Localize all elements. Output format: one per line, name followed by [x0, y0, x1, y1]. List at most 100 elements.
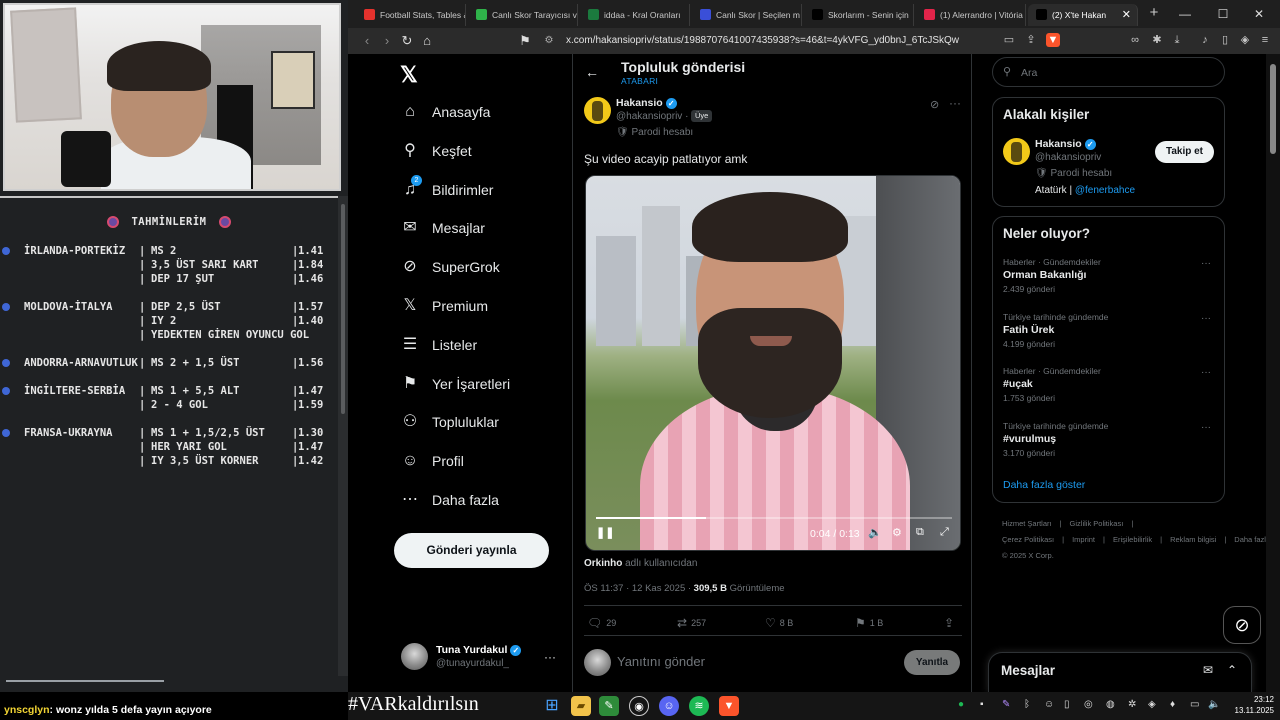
- community-name[interactable]: ATABARI: [621, 76, 658, 86]
- avatar[interactable]: [1003, 138, 1030, 165]
- download-icon[interactable]: ⤓: [1170, 33, 1184, 47]
- post-button[interactable]: Gönderi yayınla: [394, 533, 549, 568]
- avatar[interactable]: [584, 97, 611, 124]
- footer-link[interactable]: © 2025 X Corp.: [1002, 548, 1224, 564]
- mic-icon[interactable]: ♦: [1170, 699, 1175, 710]
- follow-button[interactable]: Takip et: [1155, 141, 1214, 163]
- tab-7[interactable]: (2) X'te Hakan ✕: [1028, 4, 1138, 26]
- bio-link[interactable]: @fenerbahce: [1075, 185, 1135, 196]
- attribution-user[interactable]: Orkinho: [584, 558, 622, 569]
- expand-icon[interactable]: ⌃: [1227, 663, 1237, 677]
- minimize-button[interactable]: —: [1168, 4, 1202, 24]
- pause-icon[interactable]: ❚❚: [596, 526, 614, 539]
- trend-more-icon[interactable]: ···: [1201, 422, 1211, 433]
- spotify-icon[interactable]: ≋: [689, 696, 709, 716]
- trend-name[interactable]: #vurulmuş: [1003, 433, 1056, 445]
- trend-name[interactable]: Fatih Ürek: [1003, 324, 1054, 336]
- bookmark-action[interactable]: ⚑ 1 B: [855, 616, 883, 630]
- tab-3[interactable]: iddaa - Kral Oranları: [580, 4, 690, 26]
- grok-icon[interactable]: ⊘: [930, 98, 939, 111]
- pip-icon[interactable]: ⧉: [916, 526, 924, 539]
- wallet-icon[interactable]: ◈: [1238, 33, 1252, 47]
- obs-icon[interactable]: ◉: [629, 696, 649, 716]
- tab-5[interactable]: Skorlarım - Senin için: [804, 4, 914, 26]
- account-handle[interactable]: @tunayurdakul_: [436, 658, 509, 669]
- site-info-icon[interactable]: ⚙: [540, 32, 558, 50]
- bookmark-page-icon[interactable]: ⚑: [516, 32, 534, 50]
- trend-more-icon[interactable]: ···: [1201, 313, 1211, 324]
- page-scrollbar[interactable]: [1266, 54, 1280, 692]
- footer-link[interactable]: Gizlilik Politikası: [1070, 519, 1124, 528]
- like-action[interactable]: ♡ 8 B: [765, 616, 793, 630]
- account-more-icon[interactable]: ···: [544, 650, 556, 664]
- bluetooth-icon[interactable]: ᛒ: [1024, 699, 1030, 710]
- trend-name[interactable]: #uçak: [1003, 378, 1033, 390]
- tab-2[interactable]: Canlı Skor Tarayıcısı ve: [468, 4, 578, 26]
- close-tab-icon[interactable]: ✕: [1122, 4, 1131, 26]
- tab-6[interactable]: (1) Alerrandro | Vitória: [916, 4, 1026, 26]
- brave-shield-icon[interactable]: ▼: [1046, 33, 1060, 47]
- footer-link[interactable]: Imprint: [1072, 535, 1095, 544]
- notepad-icon[interactable]: ✎: [599, 696, 619, 716]
- show-more-link[interactable]: Daha fazla göster: [1003, 479, 1085, 491]
- search-input[interactable]: [1019, 65, 1209, 80]
- volume-icon[interactable]: 🔈: [868, 526, 882, 539]
- close-window-button[interactable]: ✕: [1242, 4, 1276, 24]
- extensions-icon[interactable]: ✱: [1150, 33, 1164, 47]
- discord-icon[interactable]: ☺: [659, 696, 679, 716]
- trend-name[interactable]: Orman Bakanlığı: [1003, 269, 1086, 281]
- tab-1[interactable]: Football Stats, Tables &: [356, 4, 466, 26]
- gamepad-icon[interactable]: ◎: [1084, 699, 1093, 710]
- url-field[interactable]: x.com/hakansiopriv/status/19887076410074…: [566, 32, 1166, 50]
- reply-action[interactable]: 🗨 29: [587, 616, 616, 630]
- author-handle[interactable]: @hakansiopriv ·: [616, 111, 688, 122]
- new-message-icon[interactable]: ✉: [1203, 663, 1213, 677]
- back-icon[interactable]: ‹: [358, 32, 376, 50]
- grok-fab-icon[interactable]: ⊘: [1223, 606, 1261, 644]
- share-icon[interactable]: ⇪: [1024, 33, 1038, 47]
- battery-icon[interactable]: ▯: [1064, 699, 1070, 710]
- scrollbar-thumb[interactable]: [341, 204, 345, 414]
- video-player[interactable]: ❚❚ 0:04 / 0:13 🔈 ⚙ ⧉ ⤢: [585, 175, 961, 551]
- fullscreen-icon[interactable]: ⤢: [940, 526, 949, 539]
- reply-input[interactable]: Yanıtını gönder: [617, 654, 705, 669]
- back-arrow-icon[interactable]: ←: [585, 64, 599, 80]
- avatar[interactable]: [401, 643, 428, 670]
- video-progress-bar[interactable]: [596, 517, 952, 519]
- system-clock[interactable]: 23:12 13.11.2025: [1214, 694, 1274, 716]
- spotify-tray-icon[interactable]: ●: [958, 699, 964, 710]
- vpn-icon[interactable]: ∞: [1128, 33, 1142, 47]
- scrollbar-thumb[interactable]: [1270, 64, 1276, 154]
- new-tab-button[interactable]: +: [1144, 4, 1164, 24]
- menu-icon[interactable]: ≡: [1258, 33, 1272, 47]
- discord-tray-icon[interactable]: ☺: [1044, 699, 1054, 710]
- share-icon[interactable]: ⇪: [944, 616, 958, 630]
- footer-link[interactable]: Hizmet Şartları: [1002, 519, 1052, 528]
- forward-icon[interactable]: ›: [378, 32, 396, 50]
- bets-scrollbar[interactable]: [338, 196, 348, 676]
- related-name[interactable]: Hakansio ✓: [1035, 138, 1096, 150]
- tray-icon[interactable]: ▪: [980, 699, 984, 710]
- footer-link[interactable]: Çerez Politikası: [1002, 535, 1054, 544]
- search-box[interactable]: ⚲: [992, 57, 1225, 87]
- pen-tray-icon[interactable]: ✎: [1002, 699, 1010, 710]
- brave-icon[interactable]: ▼: [719, 696, 739, 716]
- media-icon[interactable]: ♪: [1198, 33, 1212, 47]
- author-name[interactable]: Hakansio ✓: [616, 97, 677, 109]
- cast-icon[interactable]: ▭: [1002, 33, 1016, 47]
- maximize-button[interactable]: ☐: [1206, 4, 1240, 24]
- footer-link[interactable]: Reklam bilgisi: [1170, 535, 1216, 544]
- steam-icon[interactable]: ◍: [1106, 699, 1115, 710]
- reply-button[interactable]: Yanıtla: [904, 650, 960, 675]
- tab-4[interactable]: Canlı Skor | Seçilen m: [692, 4, 802, 26]
- related-handle[interactable]: @hakansiopriv: [1035, 152, 1101, 163]
- windows-start-icon[interactable]: ⊞: [542, 696, 562, 716]
- display-icon[interactable]: ▭: [1190, 699, 1199, 710]
- account-name[interactable]: Tuna Yurdakul ✓: [436, 644, 522, 656]
- trend-more-icon[interactable]: ···: [1201, 258, 1211, 269]
- messages-drawer[interactable]: Mesajlar ✉ ⌃: [988, 652, 1252, 692]
- reload-icon[interactable]: ↻: [398, 32, 416, 50]
- repost-action[interactable]: ⇄ 257: [677, 616, 706, 630]
- trend-more-icon[interactable]: ···: [1201, 367, 1211, 378]
- x-logo-icon[interactable]: 𝕏: [400, 62, 418, 88]
